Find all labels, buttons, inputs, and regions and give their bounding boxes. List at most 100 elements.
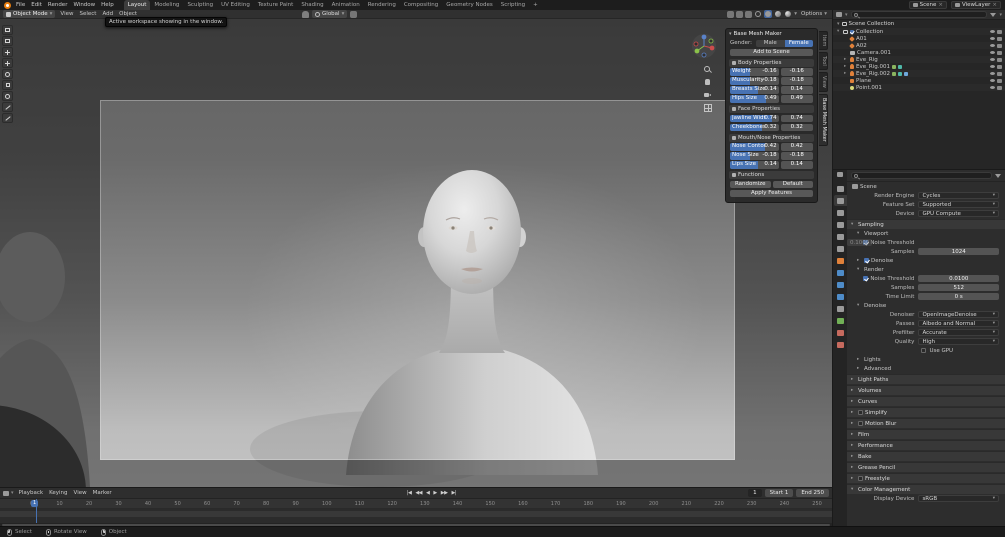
panel-denoise[interactable]: ▾ Denoise	[847, 301, 1005, 310]
panel-header[interactable]: ▾ Base Mesh Maker	[726, 29, 817, 38]
viewport-menu[interactable]: View	[57, 10, 76, 19]
menubar-menu[interactable]: File	[13, 0, 28, 10]
prop-value[interactable]: OpenImageDenoise ▾	[918, 311, 999, 318]
shading-solid-button[interactable]	[764, 10, 773, 18]
timeline-ruler[interactable]: 0102030405060708090100110120130140150160…	[0, 499, 832, 509]
hide-in-viewport-icon[interactable]	[990, 30, 995, 33]
outliner-row-collection[interactable]: ▾ Collection	[833, 28, 1005, 35]
workspace-tab[interactable]: Rendering	[364, 0, 400, 10]
property-slider[interactable]: Nose Contour 0.42	[730, 143, 779, 151]
gender-male-button[interactable]: Male	[756, 39, 785, 47]
outliner-row-eve-rig[interactable]: ▸ Eve_Rig	[833, 56, 1005, 63]
properties-tab[interactable]	[834, 303, 847, 314]
collection-checkbox[interactable]	[850, 29, 854, 34]
prop-value[interactable]: High ▾	[918, 338, 999, 345]
panel-curves[interactable]: ▸ Curves	[847, 396, 1005, 406]
menubar-menu[interactable]: Help	[98, 0, 117, 10]
properties-tab[interactable]	[834, 279, 847, 290]
menubar-menu[interactable]: Window	[70, 0, 98, 10]
proportional-editing-icon[interactable]	[350, 10, 358, 18]
transform-orientation-dropdown[interactable]: Global ▾	[312, 10, 348, 18]
blender-logo-icon[interactable]	[4, 1, 11, 9]
property-slider[interactable]: Breasts Size 0.14	[730, 86, 779, 94]
property-value-field[interactable]: 0.42	[780, 143, 813, 151]
sidebar-tab[interactable]: View	[819, 72, 828, 92]
viewport-3d[interactable]: ▾ Base Mesh Maker Gender: Male Female Ad…	[0, 19, 832, 487]
disable-in-render-icon[interactable]	[997, 85, 1002, 90]
property-slider[interactable]: Cheekbones 0.32	[730, 123, 779, 131]
disable-in-render-icon[interactable]	[997, 78, 1002, 83]
current-frame-field[interactable]: 1	[748, 489, 762, 497]
outliner-row-point-001[interactable]: Point.001	[833, 84, 1005, 91]
expand-arrow-icon[interactable]: ▸	[844, 57, 848, 62]
options-dropdown[interactable]: Options ▾	[799, 11, 829, 17]
outliner-search-input[interactable]	[850, 11, 988, 18]
expand-arrow-icon[interactable]: ▸	[844, 71, 848, 76]
timeline-menu[interactable]: View	[71, 488, 90, 499]
workspace-tab[interactable]: Layout	[123, 0, 151, 10]
mode-dropdown[interactable]: Object Mode ▾	[3, 10, 56, 18]
workspace-tab[interactable]: Modeling	[150, 0, 183, 10]
body-properties-header[interactable]: Body Properties	[729, 58, 814, 67]
editor-type-icon[interactable]	[836, 12, 842, 17]
properties-tab[interactable]	[834, 267, 847, 278]
disable-in-render-icon[interactable]	[997, 29, 1002, 34]
panel-denoise[interactable]: ▸ Denoise	[847, 256, 1005, 265]
gender-female-button[interactable]: Female	[784, 39, 813, 47]
viewlayer-selector[interactable]: ViewLayer ×	[951, 1, 1001, 9]
workspace-tab[interactable]: Sculpting	[183, 0, 217, 10]
hide-in-viewport-icon[interactable]	[990, 65, 995, 68]
tool-button[interactable]	[2, 113, 13, 123]
scene-selector[interactable]: Scene ×	[908, 1, 947, 9]
hide-in-viewport-icon[interactable]	[990, 58, 995, 61]
timeline-menu[interactable]: Playback	[16, 488, 47, 499]
transport-button[interactable]: ▶	[432, 490, 437, 496]
pan-hand-icon[interactable]	[703, 78, 712, 87]
use-gpu-checkbox[interactable]	[921, 348, 927, 353]
timeline-menu[interactable]: Keying	[46, 488, 70, 499]
property-value-field[interactable]: 0.14	[780, 161, 813, 169]
prop-value[interactable]: Supported ▾	[918, 201, 999, 208]
transport-button[interactable]: |◀	[406, 490, 413, 496]
prop-value[interactable]: Albedo and Normal ▾	[918, 320, 999, 327]
panel-simplify[interactable]: ▸ Simplify	[847, 407, 1005, 417]
prop-value[interactable]: Cycles ▾	[918, 192, 999, 199]
prop-value[interactable]: GPU Compute ▾	[918, 210, 999, 217]
property-slider[interactable]: Hips Size 0.49	[730, 95, 779, 103]
hide-in-viewport-icon[interactable]	[990, 72, 995, 75]
hide-in-viewport-icon[interactable]	[990, 44, 995, 47]
playhead-frame-badge[interactable]: 1	[31, 500, 39, 507]
properties-tab[interactable]	[834, 219, 847, 230]
workspace-tab[interactable]: Animation	[328, 0, 364, 10]
sidebar-tab[interactable]: Item	[819, 31, 828, 51]
editor-type-icon[interactable]	[3, 490, 9, 496]
default-button[interactable]: Default	[772, 180, 813, 188]
property-slider[interactable]: Muscularity -0.18	[730, 77, 779, 85]
menubar-menu[interactable]: Render	[45, 0, 71, 10]
camera-frame[interactable]	[100, 100, 735, 460]
properties-tab[interactable]	[834, 207, 847, 218]
transport-button[interactable]: ▶▶	[440, 490, 449, 496]
property-value-field[interactable]: 0.32	[780, 123, 813, 131]
prop-value[interactable]: 0.0100	[918, 275, 999, 282]
property-value-field[interactable]: -0.18	[780, 77, 813, 85]
snap-magnet-icon[interactable]	[302, 10, 310, 18]
apply-features-button[interactable]: Apply Features	[730, 189, 813, 197]
viewport-menu[interactable]: Select	[76, 10, 99, 19]
add-to-scene-button[interactable]: Add to Scene	[730, 48, 813, 56]
properties-tab[interactable]	[834, 327, 847, 338]
hide-in-viewport-icon[interactable]	[990, 79, 995, 82]
properties-tab[interactable]	[834, 183, 847, 194]
denoise-checkbox[interactable]	[864, 258, 869, 263]
expand-arrow-icon[interactable]: ▸	[844, 64, 848, 69]
property-value-field[interactable]: -0.16	[780, 68, 813, 76]
panel-film[interactable]: ▸ Film	[847, 429, 1005, 439]
tool-button[interactable]	[2, 80, 13, 90]
unlink-scene-icon[interactable]: ×	[938, 2, 943, 8]
panel-light-paths[interactable]: ▸ Light Paths	[847, 374, 1005, 384]
sidebar-tab[interactable]: Base Mesh Maker	[819, 93, 828, 146]
transport-button[interactable]: ▶|	[450, 490, 457, 496]
property-slider[interactable]: Weight -0.16	[730, 68, 779, 76]
property-value-field[interactable]: 0.49	[780, 95, 813, 103]
start-frame-field[interactable]: Start 1	[764, 489, 794, 497]
